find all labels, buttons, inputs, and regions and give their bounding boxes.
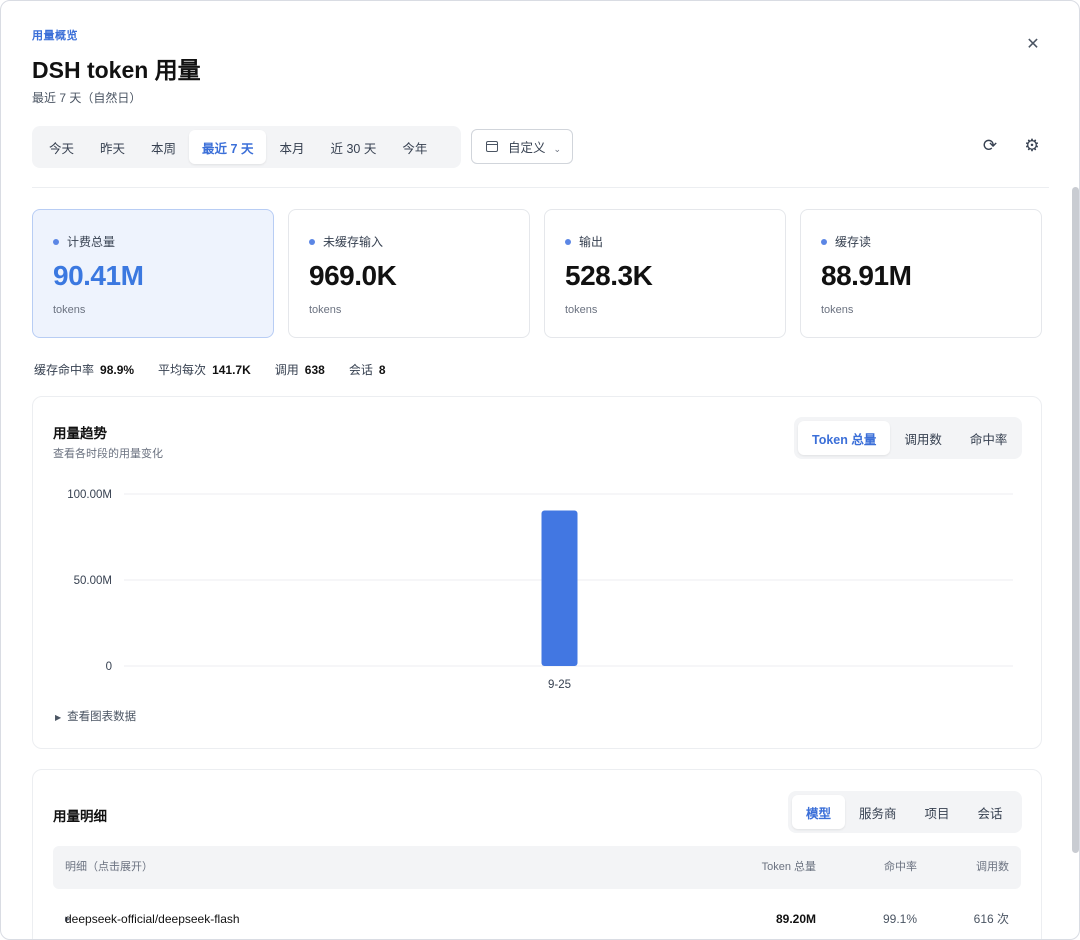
dot-icon xyxy=(565,238,571,245)
metric-label: 未缓存输入 xyxy=(309,233,383,250)
stat-label: 会话 xyxy=(348,363,373,377)
column-calls: 调用数 xyxy=(976,861,1009,873)
close-icon[interactable]: ✕ xyxy=(1023,35,1043,55)
x-tick-label: 9-25 xyxy=(548,679,571,691)
toggle-chart-data-label: 查看图表数据 xyxy=(67,711,137,723)
calendar-icon xyxy=(486,141,498,152)
range-option-3[interactable]: 最近 7 天 xyxy=(189,130,267,164)
detail-dimension-tabs: 模型 服务商 项目 会话 xyxy=(788,791,1022,833)
metric-unit: tokens xyxy=(565,304,598,316)
metric-label-text: 输出 xyxy=(579,235,604,249)
detail-tab-0[interactable]: 模型 xyxy=(792,795,846,829)
metric-label: 缓存读 xyxy=(821,233,871,250)
dot-icon xyxy=(309,238,315,245)
stat-value: 98.9% xyxy=(100,363,135,377)
dot-icon xyxy=(821,238,827,245)
stat-1: 平均每次 141.7K xyxy=(158,361,251,378)
row-name-text: deepseek-official/deepseek-flash xyxy=(65,912,240,926)
date-range-selector: 今天 昨天 本周 最近 7 天本月近 30 天今年 xyxy=(32,126,461,168)
column-name: 明细（点击展开） xyxy=(65,861,153,873)
stat-label: 调用 xyxy=(274,363,299,377)
metric-card-1[interactable]: 未缓存输入 969.0K tokens xyxy=(288,209,530,338)
table-row[interactable]: ▶ deepseek-official/deepseek-flash 89.20M 9… xyxy=(53,898,1021,939)
metric-label-text: 未缓存输入 xyxy=(323,235,384,249)
metric-value: 528.3K xyxy=(565,260,653,291)
custom-range-button[interactable]: 自定义 ⌄ xyxy=(471,129,573,164)
page-subtitle: 最近 7 天（自然日） xyxy=(32,91,142,105)
gear-icon[interactable]: ⚙ xyxy=(1022,136,1042,156)
y-tick-label: 50.00M xyxy=(74,575,112,587)
metric-value: 90.41M xyxy=(53,260,144,291)
scrollbar[interactable] xyxy=(1072,187,1079,853)
eyebrow-label: 用量概览 xyxy=(32,30,78,42)
detail-tab-2[interactable]: 项目 xyxy=(911,795,964,829)
y-tick-label: 0 xyxy=(106,661,112,673)
header-divider xyxy=(32,187,1049,188)
y-tick-label: 100.00M xyxy=(67,489,112,501)
stat-value: 8 xyxy=(378,363,386,377)
detail-tab-1[interactable]: 服务商 xyxy=(845,795,911,829)
metric-label: 输出 xyxy=(565,233,603,250)
chevron-down-icon: ⌄ xyxy=(553,144,562,154)
detail-title: 用量明细 xyxy=(53,809,107,824)
range-option-6[interactable]: 今年 xyxy=(389,130,440,164)
column-hit-rate: 命中率 xyxy=(884,861,917,873)
stat-label: 缓存命中率 xyxy=(34,363,95,377)
stat-3: 会话 8 xyxy=(349,361,386,378)
metric-label: 计费总量 xyxy=(53,233,115,250)
range-option-5[interactable]: 近 30 天 xyxy=(317,130,389,164)
stat-value: 638 xyxy=(304,363,325,377)
page-title: DSH token 用量 xyxy=(32,57,201,83)
range-option-0[interactable]: 今天 xyxy=(36,130,87,164)
row-hit-rate: 99.1% xyxy=(882,912,917,926)
toggle-chart-data[interactable]: ▶ 查看图表数据 xyxy=(55,708,136,724)
usage-modal: 用量概览 DSH token 用量 最近 7 天（自然日） ✕ 今天 昨天 本周 最近… xyxy=(0,0,1080,940)
metric-value: 969.0K xyxy=(309,260,397,291)
usage-trend-chart: 0 50.00M 100.00M 9-25 xyxy=(67,489,1013,691)
range-option-2[interactable]: 本周 xyxy=(138,130,189,164)
table-header: 明细（点击展开） Token 总量 命中率 调用数 xyxy=(53,846,1021,889)
refresh-icon[interactable]: ⟳ xyxy=(980,136,1000,156)
range-option-4[interactable]: 本月 xyxy=(266,130,317,164)
stat-0: 缓存命中率 98.9% xyxy=(34,361,134,378)
stat-label: 平均每次 xyxy=(158,363,207,377)
row-calls: 616 次 xyxy=(973,912,1009,926)
custom-range-label: 自定义 xyxy=(508,141,546,155)
metric-label-text: 缓存读 xyxy=(835,235,872,249)
metric-card-0[interactable]: 计费总量 90.41M tokens xyxy=(32,209,274,338)
column-tokens: Token 总量 xyxy=(761,861,816,873)
stat-value: 141.7K xyxy=(212,363,251,377)
stat-2: 调用 638 xyxy=(275,361,325,378)
metric-card-2[interactable]: 输出 528.3K tokens xyxy=(544,209,786,338)
metric-unit: tokens xyxy=(53,304,86,316)
triangle-right-icon: ▶ xyxy=(55,713,62,722)
metric-value: 88.91M xyxy=(821,260,912,291)
metric-unit: tokens xyxy=(821,304,854,316)
range-option-1[interactable]: 昨天 xyxy=(87,130,138,164)
detail-panel: 用量明细 模型 服务商 项目 会话 明细（点击展开） Token 总量 命中率 调用数… xyxy=(32,769,1042,939)
detail-tab-3[interactable]: 会话 xyxy=(964,795,1017,829)
dot-icon xyxy=(53,238,59,245)
metric-unit: tokens xyxy=(309,304,342,316)
bar[interactable] xyxy=(541,510,578,666)
metric-label-text: 计费总量 xyxy=(67,235,116,249)
metric-card-3[interactable]: 缓存读 88.91M tokens xyxy=(800,209,1042,338)
trend-panel: 用量趋势 查看各时段的用量变化 Token 总量 调用数 命中率 0 50.00M 10… xyxy=(32,396,1042,749)
summary-stats: 缓存命中率 98.9% 平均每次 141.7K 调用 638 会话 8 xyxy=(34,361,410,378)
row-tokens: 89.20M xyxy=(775,912,816,926)
